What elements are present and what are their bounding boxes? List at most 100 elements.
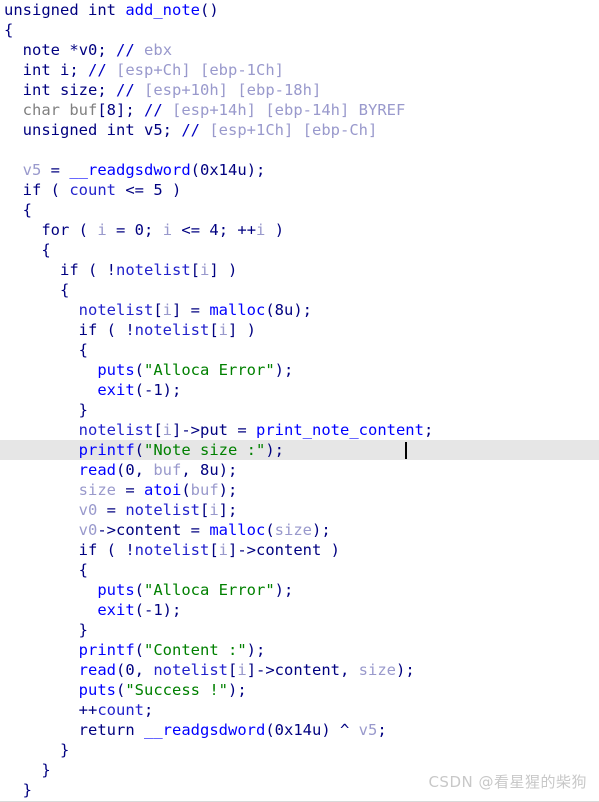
code-token-loc: i: [200, 261, 210, 279]
code-token-punc: (: [134, 641, 144, 659]
code-token-loc: i: [162, 301, 172, 319]
code-token-punc: );: [246, 161, 266, 179]
code-token-glob: count: [69, 181, 117, 199]
code-token-punc: [: [209, 541, 219, 559]
code-token-punc: ++: [78, 701, 98, 719]
code-token-punc: );: [293, 301, 313, 319]
code-token-punc: [: [153, 301, 163, 319]
code-line[interactable]: if ( !notelist[i] ): [0, 260, 599, 280]
code-line[interactable]: notelist[i] = malloc(8u);: [0, 300, 599, 320]
code-token-punc: ,: [181, 461, 201, 479]
code-line[interactable]: {: [0, 200, 599, 220]
code-line[interactable]: size = atoi(buf);: [0, 480, 599, 500]
code-token-loc: i: [218, 321, 228, 339]
code-token-glob: count: [97, 701, 144, 719]
code-line[interactable]: [0, 140, 599, 160]
code-token-loc: v0: [78, 501, 98, 519]
code-line[interactable]: {: [0, 280, 599, 300]
code-token-punc: {: [78, 561, 88, 579]
code-token-fn: puts: [97, 361, 135, 379]
code-line[interactable]: return __readgsdword(0x14u) ^ v5;: [0, 720, 599, 740]
code-token-num: 0x14u: [274, 721, 322, 739]
code-token-cmttxt: [esp+14h] [ebp-14h] BYREF: [162, 101, 406, 119]
code-token-punc: ): [265, 221, 285, 239]
code-token-fn: exit: [97, 381, 135, 399]
code-line[interactable]: exit(-1);: [0, 600, 599, 620]
code-token-punc: ,: [134, 461, 154, 479]
code-line[interactable]: read(0, buf, 8u);: [0, 460, 599, 480]
code-token-loc: i: [256, 221, 266, 239]
code-token-loc: i: [97, 221, 107, 239]
code-line[interactable]: if ( !notelist[i]->content ): [0, 540, 599, 560]
code-token-punc: ;: [97, 81, 116, 99]
code-line[interactable]: puts("Alloca Error");: [0, 360, 599, 380]
code-line[interactable]: puts("Alloca Error");: [0, 580, 599, 600]
code-line[interactable]: v5 = __readgsdword(0x14u);: [0, 160, 599, 180]
code-token-punc: ): [162, 181, 182, 199]
code-token-punc: {: [4, 21, 14, 39]
code-token-num: 0: [125, 661, 135, 679]
code-token-punc: ;: [69, 61, 89, 79]
pseudocode-code-view[interactable]: unsigned int add_note(){ note *v0; // eb…: [0, 0, 599, 802]
code-token-punc: ->content =: [97, 521, 210, 539]
code-line[interactable]: if ( count <= 5 ): [0, 180, 599, 200]
code-line[interactable]: ++count;: [0, 700, 599, 720]
code-line[interactable]: }: [0, 740, 599, 760]
code-line[interactable]: unsigned int add_note(): [0, 0, 599, 20]
code-line[interactable]: notelist[i]->put = print_note_content;: [0, 420, 599, 440]
code-token-num: 0: [134, 221, 145, 239]
code-line[interactable]: {: [0, 20, 599, 40]
code-token-punc: }: [78, 621, 88, 639]
code-line[interactable]: {: [0, 560, 599, 580]
code-token-loc: v5: [22, 161, 42, 179]
code-line[interactable]: char buf[8]; // [esp+14h] [ebp-14h] BYRE…: [0, 100, 599, 120]
code-token-kw: v5: [144, 121, 163, 139]
code-token-punc: ; ++: [218, 221, 257, 239]
code-token-kw: i: [60, 61, 70, 79]
code-token-punc: ) ^: [321, 721, 359, 739]
code-line[interactable]: for ( i = 0; i <= 4; ++i ): [0, 220, 599, 240]
code-token-glob: notelist: [125, 501, 200, 519]
code-token-fn: add_note: [125, 1, 200, 19]
code-line[interactable]: printf("Note size :");: [0, 440, 599, 460]
code-token-kw: v0: [78, 41, 98, 59]
code-token-cmt: //: [116, 41, 135, 59]
code-token-punc: =: [115, 481, 144, 499]
code-line[interactable]: }: [0, 400, 599, 420]
code-token-punc: [: [190, 261, 200, 279]
code-line[interactable]: if ( !notelist[i] ): [0, 320, 599, 340]
code-line[interactable]: {: [0, 240, 599, 260]
code-token-punc: );: [311, 521, 331, 539]
code-line[interactable]: note *v0; // ebx: [0, 40, 599, 60]
code-token-num: 0x14u: [200, 161, 247, 179]
code-line[interactable]: exit(-1);: [0, 380, 599, 400]
code-token-cmt: //: [144, 101, 163, 119]
code-line[interactable]: v0->content = malloc(size);: [0, 520, 599, 540]
code-token-fn: __readgsdword: [144, 721, 266, 739]
code-line[interactable]: int i; // [esp+Ch] [ebp-1Ch]: [0, 60, 599, 80]
code-token-num: 5: [153, 181, 163, 199]
code-line[interactable]: {: [0, 340, 599, 360]
code-line[interactable]: int size; // [esp+10h] [ebp-18h]: [0, 80, 599, 100]
code-token-kw: unsigned int: [22, 121, 144, 139]
code-line[interactable]: v0 = notelist[i];: [0, 500, 599, 520]
code-line[interactable]: printf("Content :");: [0, 640, 599, 660]
code-token-punc: (: [265, 521, 275, 539]
code-line[interactable]: read(0, notelist[i]->content, size);: [0, 660, 599, 680]
code-token-kw: if: [78, 321, 98, 339]
code-token-loc: size: [358, 661, 396, 679]
code-token-punc: (: [265, 301, 275, 319]
code-token-punc: ,: [134, 661, 154, 679]
code-token-punc: );: [218, 461, 238, 479]
code-line[interactable]: puts("Success !");: [0, 680, 599, 700]
code-line[interactable]: unsigned int v5; // [esp+1Ch] [ebp-Ch]: [0, 120, 599, 140]
code-line[interactable]: }: [0, 620, 599, 640]
